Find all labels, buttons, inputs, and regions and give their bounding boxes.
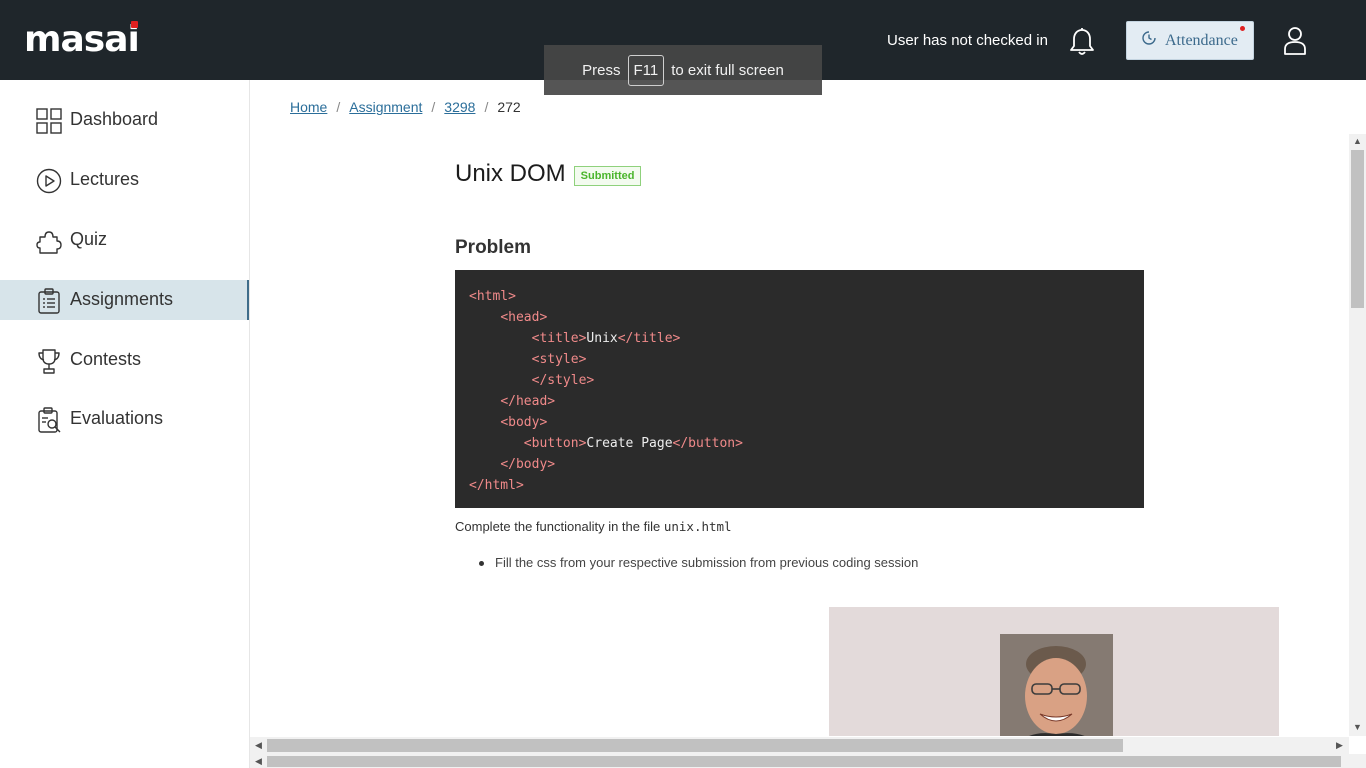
main-content: Home / Assignment / 3298 / 272 Unix DOM … [250,80,1350,736]
sidebar-item-contests[interactable]: Contests [0,340,249,380]
status-badge: Submitted [573,166,642,186]
f11-key: F11 [627,54,665,86]
clipboard-icon [36,288,62,314]
sidebar: Dashboard Lectures Quiz Assignments Cont… [0,80,250,768]
sidebar-item-quiz[interactable]: Quiz [0,220,249,260]
image-panel [829,607,1279,736]
notification-dot [1240,26,1245,31]
breadcrumb-current: 272 [497,99,521,115]
code-line: </body> [469,454,1130,475]
sidebar-item-label: Assignments [70,289,174,309]
horizontal-scroll-thumb[interactable] [267,739,1123,752]
code-tag: </title> [617,331,681,346]
scroll-left-icon[interactable]: ◀ [255,740,262,751]
title-row: Unix DOM Submitted [455,160,642,188]
masai-logo[interactable]: masa i [24,20,140,60]
breadcrumb-assignment[interactable]: Assignment [349,99,422,115]
sidebar-item-evaluations[interactable]: Evaluations [0,399,249,439]
code-tag: <button> [523,436,587,451]
scroll-down-icon[interactable]: ▼ [1353,722,1362,732]
code-line: </html> [469,475,1130,496]
sidebar-item-dashboard[interactable]: Dashboard [0,100,249,140]
instructions-list: Fill the css from your respective submis… [455,555,918,570]
user-profile-icon[interactable] [1282,26,1308,56]
description: Complete the functionality in the file u… [455,519,732,534]
sidebar-item-label: Dashboard [70,109,159,129]
play-circle-icon [36,168,62,194]
scroll-left-icon[interactable]: ◀ [255,756,262,767]
evaluation-icon [36,407,62,433]
puzzle-icon [36,228,62,254]
code-text: Unix [586,331,618,346]
code-tag: <style> [531,352,587,367]
logo-dot [130,21,138,28]
code-line: <button>Create Page</button> [469,433,1130,454]
breadcrumb-separator: / [336,99,341,115]
fullscreen-exit-toast: Press F11 to exit full screen [544,45,822,95]
portrait-photo [1000,634,1113,736]
attendance-label: Attendance [1165,31,1238,49]
code-tag: </style> [531,373,595,388]
trophy-icon [36,348,62,374]
page-horizontal-scroll-thumb[interactable] [267,756,1341,767]
code-line: </head> [469,391,1130,412]
clock-icon [1141,30,1157,51]
grid-icon [36,108,62,134]
code-tag: </body> [500,457,556,472]
code-tag: <html> [469,289,516,304]
code-text: Create Page [586,436,673,451]
code-tag: <title> [531,331,587,346]
horizontal-scrollbar[interactable]: ◀ ▶ [250,737,1349,754]
page-title: Unix DOM [455,160,566,187]
code-tag: </head> [500,394,556,409]
breadcrumb-3298[interactable]: 3298 [444,99,475,115]
code-tag: </button> [672,436,743,451]
scroll-right-icon[interactable]: ▶ [1336,740,1343,751]
vertical-scroll-thumb[interactable] [1351,150,1364,308]
code-line: <body> [469,412,1130,433]
code-tag: <head> [500,310,548,325]
breadcrumb-separator: / [484,99,489,115]
file-name: unix.html [663,519,732,534]
sidebar-item-assignments[interactable]: Assignments [0,280,249,320]
bell-icon[interactable] [1068,27,1096,57]
sidebar-item-label: Quiz [70,229,108,249]
scroll-up-icon[interactable]: ▲ [1353,136,1362,146]
vertical-scrollbar[interactable]: ▲ ▼ [1349,134,1366,736]
code-tag: </html> [469,478,524,493]
sidebar-item-label: Lectures [70,169,140,189]
code-line: <html> [469,286,1130,307]
sidebar-item-label: Evaluations [70,408,164,428]
list-item: Fill the css from your respective submis… [455,555,918,570]
sidebar-item-lectures[interactable]: Lectures [0,160,249,200]
section-title-problem: Problem [455,237,532,258]
code-tag: <body> [500,415,548,430]
code-line: </style> [469,370,1130,391]
breadcrumb-separator: / [431,99,436,115]
breadcrumb: Home / Assignment / 3298 / 272 [290,99,521,115]
page-horizontal-scrollbar[interactable]: ◀ [250,754,1366,768]
sidebar-item-label: Contests [70,349,142,369]
checkin-status: User has not checked in [887,32,1048,49]
code-block: <html> <head> <title>Unix</title> <style… [455,270,1144,508]
attendance-button[interactable]: Attendance [1126,21,1254,60]
code-line: <title>Unix</title> [469,328,1130,349]
code-line: <style> [469,349,1130,370]
code-line: <head> [469,307,1130,328]
breadcrumb-home[interactable]: Home [290,99,327,115]
